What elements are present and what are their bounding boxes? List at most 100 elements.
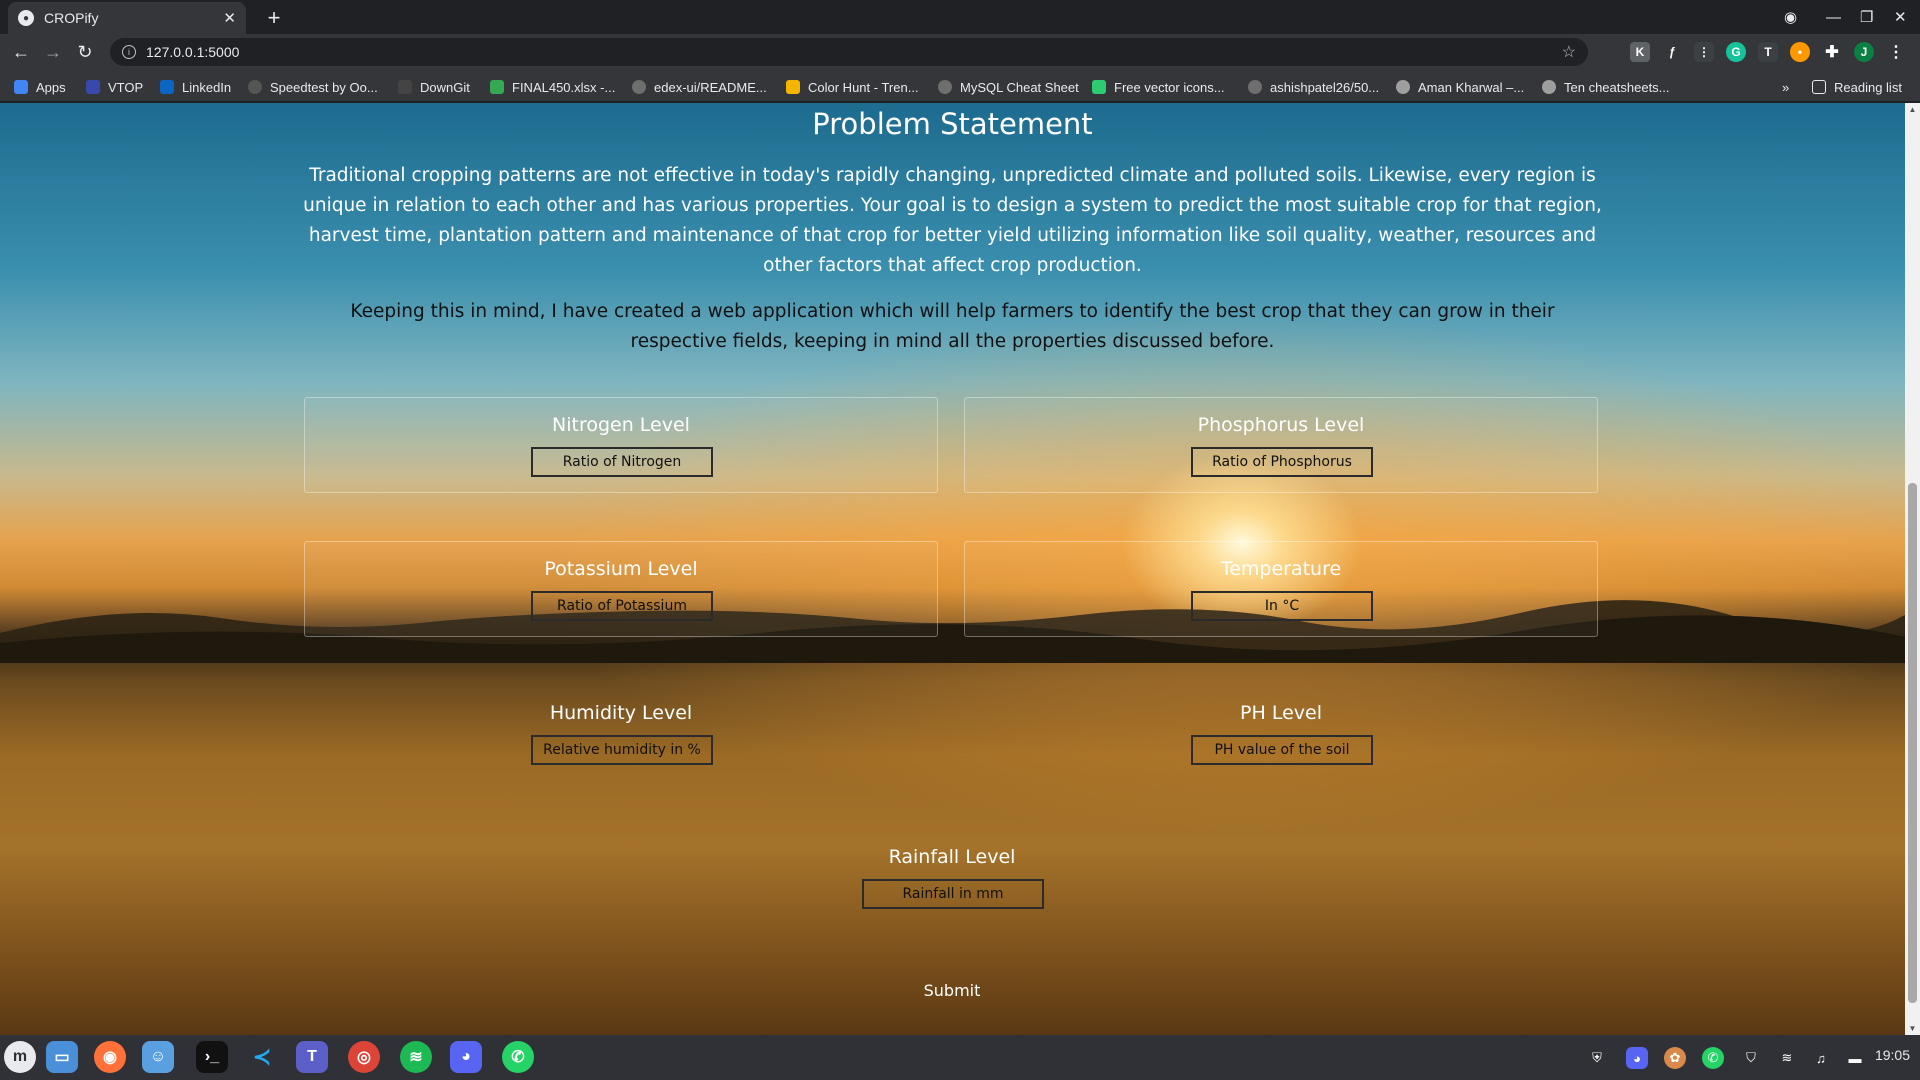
solution-description: Keeping this in mind, I have created a w… — [350, 301, 1555, 352]
rainfall-input[interactable] — [862, 879, 1044, 909]
browser-tab[interactable]: ● CROPify ✕ — [8, 2, 246, 34]
speedtest-icon — [248, 80, 262, 94]
profile-menu-icon[interactable]: ◉ — [1784, 0, 1797, 34]
page-viewport: Problem Statement Traditional cropping p… — [0, 103, 1905, 1035]
extension-translate-icon[interactable]: T — [1758, 42, 1778, 62]
teams-icon[interactable]: T — [296, 1041, 328, 1073]
wifi-icon[interactable]: ≋ — [1776, 1047, 1798, 1069]
finder-icon[interactable]: ☺ — [142, 1041, 174, 1073]
scroll-down-icon[interactable]: ▼ — [1908, 1024, 1917, 1033]
extension-drop-icon[interactable]: • — [1790, 42, 1810, 62]
github-icon — [938, 80, 952, 94]
extension-k-icon[interactable]: K — [1630, 42, 1650, 62]
bookmark-linkedin[interactable]: LinkedIn — [160, 78, 231, 96]
github-icon — [1248, 80, 1262, 94]
bookmark-free-vector-icons[interactable]: Free vector icons... — [1092, 78, 1225, 96]
bookmark-ten-cheatsheets[interactable]: Ten cheatsheets... — [1542, 78, 1670, 96]
bookmark-mysql-cheat-sheet[interactable]: MySQL Cheat Sheet — [938, 78, 1079, 96]
nitrogen-card: Nitrogen Level — [304, 397, 938, 493]
tray-discord-icon[interactable]: ◕ — [1626, 1047, 1648, 1069]
bookmark-speedtest[interactable]: Speedtest by Oo... — [248, 78, 378, 96]
bookmark-final450[interactable]: FINAL450.xlsx -... — [490, 78, 615, 96]
bookmark-downgit[interactable]: DownGit — [398, 78, 470, 96]
restore-icon[interactable]: ❐ — [1860, 0, 1873, 34]
page-scrollbar[interactable]: ▲ ▼ — [1905, 103, 1920, 1035]
os-taskbar: m ▭ ◉ ☺ ›_ ≺ T ◎ ≋ ◕ ✆ ⛨ ◕ ✿ ✆ ⛉ ≋ ♫ ▬ 1… — [0, 1035, 1920, 1080]
nitrogen-input[interactable] — [531, 447, 713, 477]
phosphorus-card: Phosphorus Level — [964, 397, 1598, 493]
linkedin-icon — [160, 80, 174, 94]
globe-icon — [1542, 80, 1556, 94]
tray-paint-icon[interactable]: ✿ — [1664, 1047, 1686, 1069]
vscode-icon[interactable]: ≺ — [246, 1041, 278, 1073]
browser-menu-icon[interactable]: ⋮ — [1886, 42, 1906, 62]
close-window-icon[interactable]: ✕ — [1894, 0, 1907, 34]
downgit-icon — [398, 80, 412, 94]
humidity-input[interactable] — [531, 735, 713, 765]
spotify-icon[interactable]: ≋ — [400, 1041, 432, 1073]
tray-shield-icon[interactable]: ⛨ — [1586, 1047, 1608, 1069]
temperature-input[interactable] — [1191, 591, 1373, 621]
tab-title: CROPify — [44, 10, 99, 26]
files-icon[interactable]: ▭ — [46, 1041, 78, 1073]
discord-icon[interactable]: ◕ — [450, 1041, 482, 1073]
ph-label: PH Level — [1240, 702, 1322, 724]
music-icon[interactable]: ♫ — [1810, 1047, 1832, 1069]
google-drive-icon — [490, 80, 504, 94]
whatsapp-icon[interactable]: ✆ — [502, 1041, 534, 1073]
problem-description: Traditional cropping patterns are not ef… — [303, 165, 1602, 276]
firefox-icon[interactable]: ◉ — [94, 1041, 126, 1073]
potassium-input[interactable] — [531, 591, 713, 621]
color-hunt-icon — [786, 80, 800, 94]
reading-list-button[interactable]: Reading list — [1812, 78, 1902, 96]
site-favicon-icon: ● — [18, 10, 34, 26]
apps-grid-icon — [14, 80, 28, 94]
tab-strip: ● CROPify ✕ + ◉ — ❐ ✕ — [0, 0, 1920, 34]
chrome-icon[interactable]: ◎ — [348, 1041, 380, 1073]
rainfall-label: Rainfall Level — [888, 846, 1016, 868]
bookmark-color-hunt[interactable]: Color Hunt - Tren... — [786, 78, 919, 96]
grammarly-icon[interactable]: G — [1726, 42, 1746, 62]
vtop-icon — [86, 80, 100, 94]
extension-grid-icon[interactable]: ⋮ — [1694, 42, 1714, 62]
battery-icon[interactable]: ▬ — [1844, 1047, 1866, 1069]
potassium-card: Potassium Level — [304, 541, 938, 637]
humidity-label: Humidity Level — [549, 702, 693, 724]
browser-toolbar: ← → ↻ i 127.0.0.1:5000 ☆ K ƒ ⋮ G T • ✚ J… — [0, 34, 1920, 70]
github-icon — [632, 80, 646, 94]
close-tab-icon[interactable]: ✕ — [223, 9, 236, 27]
back-icon[interactable]: ← — [8, 39, 34, 65]
bookmarks-bar: Apps VTOP LinkedIn Speedtest by Oo... Do… — [0, 70, 1920, 102]
humidity-card: Humidity Level — [304, 685, 938, 781]
ph-input[interactable] — [1191, 735, 1373, 765]
phosphorus-input[interactable] — [1191, 447, 1373, 477]
reload-icon[interactable]: ↻ — [72, 39, 98, 65]
profile-avatar-icon[interactable]: J — [1854, 42, 1874, 62]
extensions-puzzle-icon[interactable]: ✚ — [1822, 42, 1842, 62]
bookmark-edex-ui[interactable]: edex-ui/README... — [632, 78, 767, 96]
forward-icon[interactable]: → — [40, 39, 66, 65]
minimize-icon[interactable]: — — [1826, 0, 1841, 34]
bookmark-star-icon[interactable]: ☆ — [1562, 42, 1576, 62]
temperature-card: Temperature — [964, 541, 1598, 637]
tray-security-icon[interactable]: ⛉ — [1740, 1047, 1762, 1069]
bookmark-aman-kharwal[interactable]: Aman Kharwal –... — [1396, 78, 1524, 96]
new-tab-button[interactable]: + — [260, 4, 288, 32]
tray-whatsapp-icon[interactable]: ✆ — [1702, 1047, 1724, 1069]
extension-formula-icon[interactable]: ƒ — [1662, 42, 1682, 62]
address-text: 127.0.0.1:5000 — [146, 44, 240, 60]
bookmark-apps[interactable]: Apps — [14, 78, 66, 96]
terminal-icon[interactable]: ›_ — [196, 1041, 228, 1073]
temperature-label: Temperature — [1220, 558, 1342, 580]
scroll-up-icon[interactable]: ▲ — [1908, 105, 1917, 114]
mint-menu-icon[interactable]: m — [4, 1041, 36, 1073]
bookmark-ashishpatel[interactable]: ashishpatel26/50... — [1248, 78, 1379, 96]
site-info-icon[interactable]: i — [122, 45, 136, 59]
taskbar-clock[interactable]: 19:05 — [1875, 1047, 1910, 1063]
page-title: Problem Statement — [812, 107, 1093, 141]
bookmarks-overflow-button[interactable]: » — [1782, 78, 1789, 96]
bookmark-vtop[interactable]: VTOP — [86, 78, 143, 96]
scrollbar-thumb[interactable] — [1908, 483, 1917, 1003]
submit-button[interactable]: Submit — [910, 973, 994, 1007]
address-bar[interactable]: i 127.0.0.1:5000 ☆ — [110, 38, 1588, 66]
